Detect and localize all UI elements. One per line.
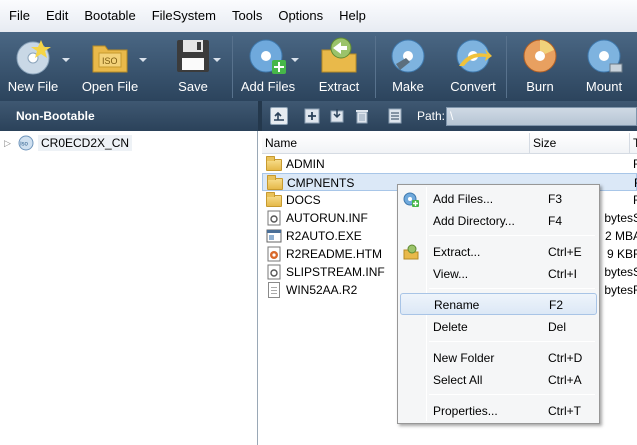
delete-icon[interactable] [353,107,371,125]
folder-icon [266,192,282,208]
open-file-dropdown-icon[interactable] [139,58,147,62]
menu-add-directory[interactable]: Add Directory... F4 [400,210,597,232]
add-files-button[interactable]: Add Files [233,32,303,101]
settings-file-icon [266,210,282,226]
floppy-save-icon [173,36,213,76]
extract-icon [319,36,359,76]
new-file-button[interactable]: New File [0,32,66,101]
up-directory-icon[interactable] [270,107,288,125]
file-type: S [633,209,637,227]
menu-edit[interactable]: Edit [38,0,76,32]
menu-separator [429,394,595,395]
add-files-icon [403,191,419,207]
file-name: R2AUTO.EXE [286,229,362,243]
file-type: S [633,263,637,281]
file-name: ADMIN [286,157,325,171]
file-name: CMPNENTS [287,176,355,190]
menu-bootable[interactable]: Bootable [76,0,143,32]
menu-new-folder[interactable]: New Folder Ctrl+D [400,347,597,369]
file-name: DOCS [286,193,321,207]
extract-button[interactable]: Extract [303,32,375,101]
file-type: F [633,193,637,207]
expand-arrow-icon[interactable]: ▷ [4,138,14,149]
menu-separator [429,288,595,289]
boot-status-label: Non-Bootable [16,109,95,123]
iso-tree-panel: ▷ iso CR0ECD2X_CN [0,131,258,445]
column-header-type[interactable]: T [630,133,637,153]
mount-button[interactable]: Mount [573,32,635,101]
file-type: F [633,157,637,171]
menu-separator [429,235,595,236]
save-dropdown-icon[interactable] [213,58,221,62]
menu-file[interactable]: File [1,0,38,32]
properties-list-icon[interactable] [386,107,404,125]
mount-disc-icon [584,36,624,76]
folder-icon [266,156,282,172]
make-disc-icon [388,36,428,76]
svg-text:ISO: ISO [102,56,118,66]
tree-root-label: CR0ECD2X_CN [38,135,133,151]
convert-button[interactable]: Convert [440,32,506,101]
open-file-button[interactable]: ISO Open File [66,32,154,101]
file-row-admin[interactable]: ADMIN F [262,155,637,173]
pane-splitter[interactable] [258,101,262,131]
settings-file-icon [266,264,282,280]
add-files-disc-icon [248,36,288,76]
iso-disc-icon: iso [18,135,34,151]
burn-button[interactable]: Burn [507,32,573,101]
path-field[interactable]: \ [446,107,637,126]
context-menu: Add Files... F3 Add Directory... F4 Extr… [397,184,600,424]
tree-root-item[interactable]: ▷ iso CR0ECD2X_CN [4,135,133,151]
svg-text:iso: iso [20,142,28,148]
file-type: A [633,227,637,245]
new-folder-icon[interactable] [303,107,321,125]
menu-delete[interactable]: Delete Del [400,316,597,338]
burn-disc-icon [520,36,560,76]
menu-help[interactable]: Help [331,0,374,32]
extract-small-icon[interactable] [328,107,346,125]
path-label: Path: [417,109,446,123]
file-name: AUTORUN.INF [286,211,368,225]
file-type: F [633,247,637,261]
menu-filesystem[interactable]: FileSystem [144,0,224,32]
html-file-icon [266,246,282,262]
open-folder-iso-icon: ISO [90,36,130,76]
column-header-size[interactable]: Size [530,133,630,153]
menu-select-all[interactable]: Select All Ctrl+A [400,369,597,391]
menu-extract[interactable]: Extract... Ctrl+E [400,241,597,263]
main-toolbar: New File ISO Open File Save Add Files Ex… [0,32,637,101]
menu-add-files[interactable]: Add Files... F3 [400,188,597,210]
column-header-name[interactable]: Name [262,133,530,153]
convert-disc-icon [453,36,493,76]
make-button[interactable]: Make [376,32,440,101]
new-file-icon [13,36,53,76]
extract-icon [403,244,419,260]
menu-bar: File Edit Bootable FileSystem Tools Opti… [0,0,637,32]
file-name: SLIPSTREAM.INF [286,265,385,279]
menu-properties[interactable]: Properties... Ctrl+T [400,400,597,422]
folder-icon [267,175,283,191]
header-divider [262,153,637,154]
file-name: R2README.HTM [286,247,383,261]
menu-separator [429,341,595,342]
file-type: F [633,283,637,297]
menu-options[interactable]: Options [270,0,331,32]
executable-icon [266,228,282,244]
add-files-dropdown-icon[interactable] [291,58,299,62]
menu-view[interactable]: View... Ctrl+I [400,263,597,285]
menu-tools[interactable]: Tools [224,0,270,32]
panel-header-bar: Non-Bootable Path: \ [0,101,637,131]
menu-rename[interactable]: Rename F2 [400,293,597,315]
file-name: WIN52AA.R2 [286,283,358,297]
save-button[interactable]: Save [154,32,232,101]
blank-file-icon [266,282,282,298]
